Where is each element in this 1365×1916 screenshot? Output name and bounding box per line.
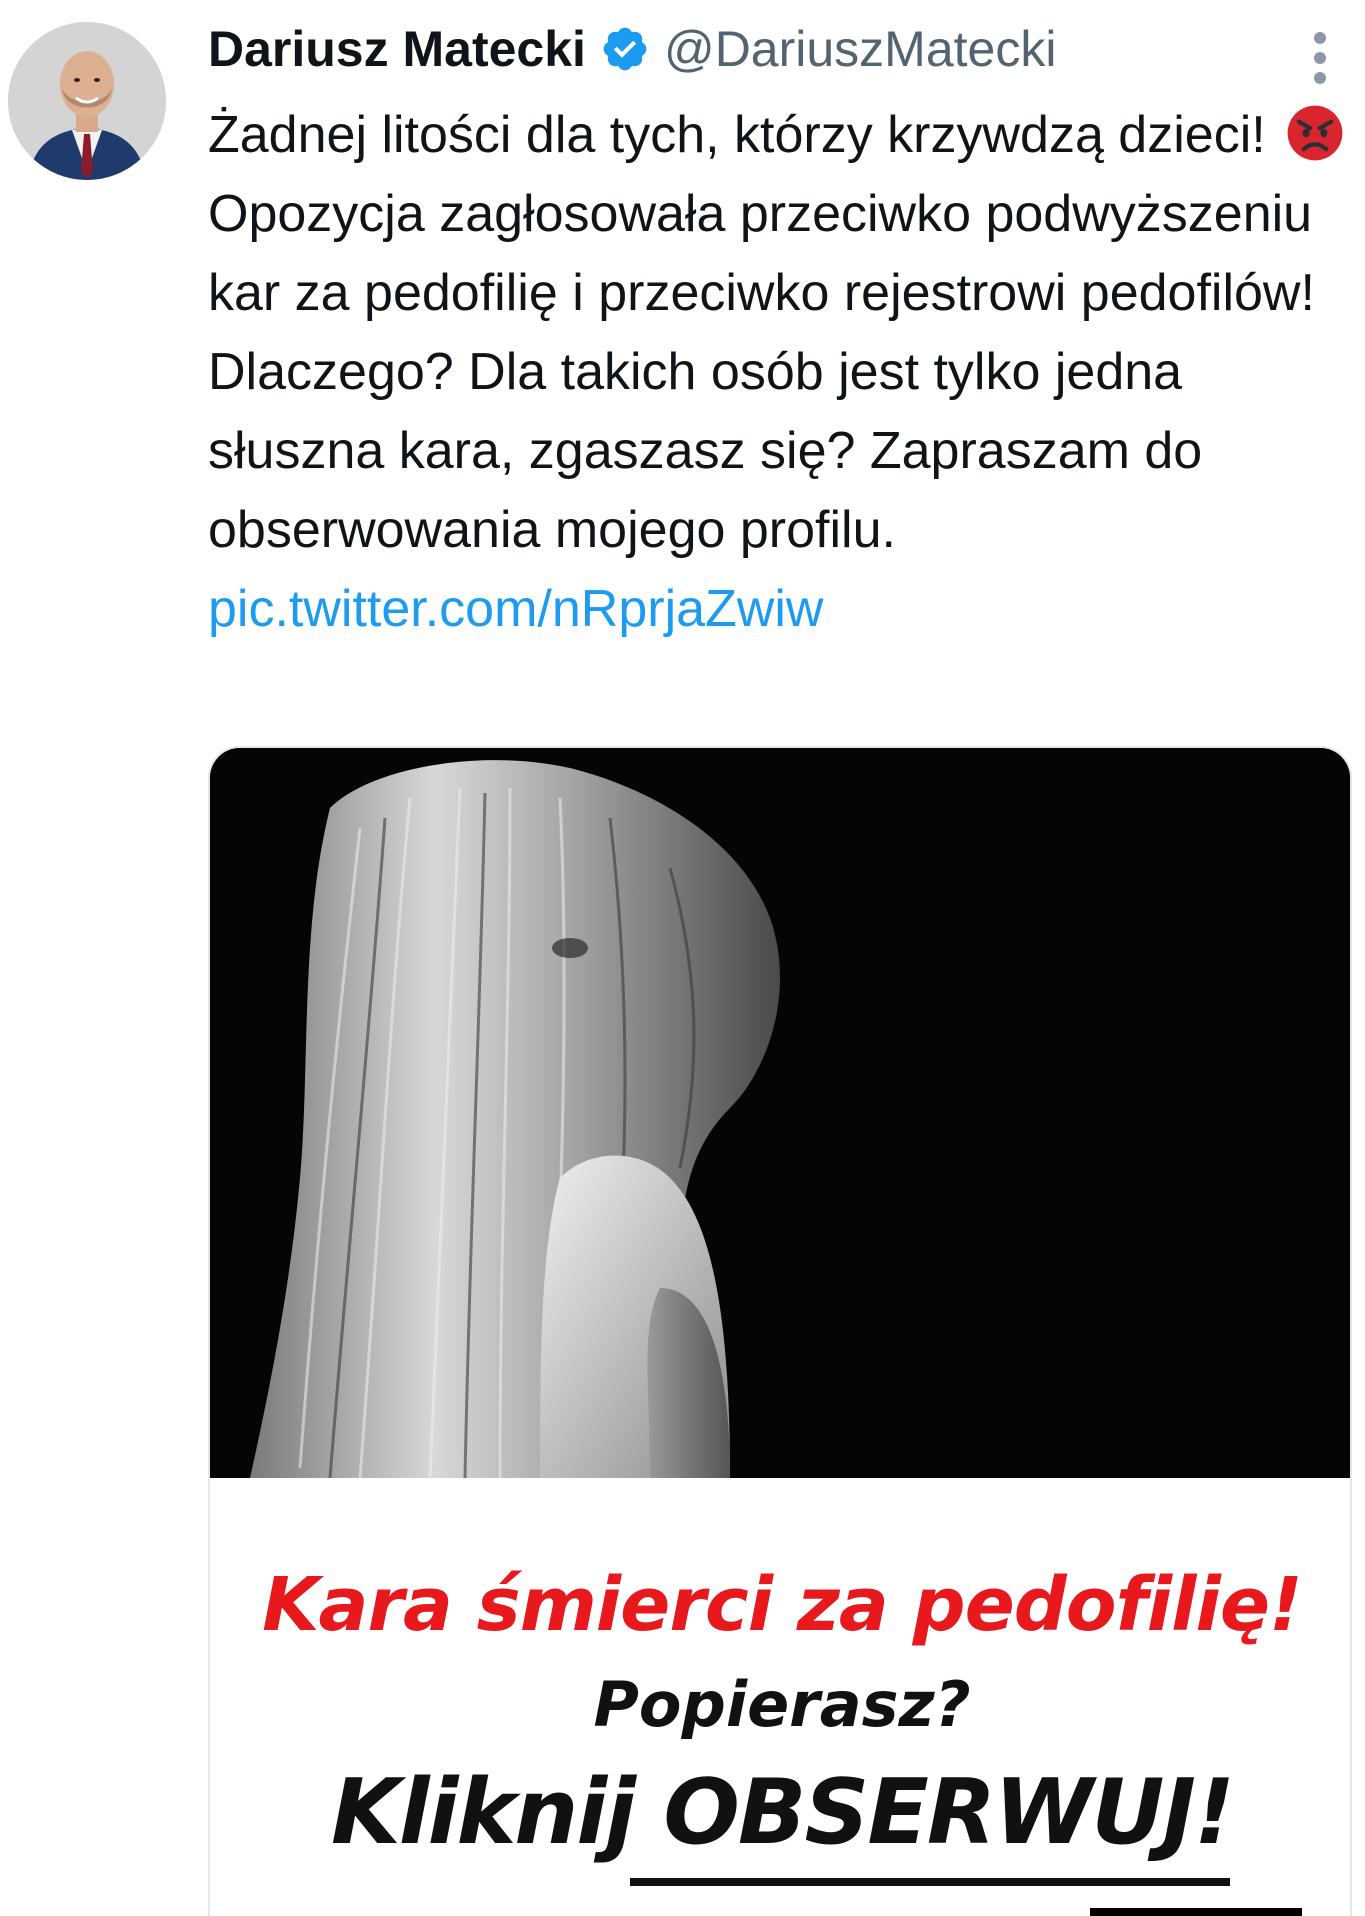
caption-line-2: Popierasz? xyxy=(593,1668,971,1741)
caption-redaction-bar xyxy=(1090,1908,1302,1916)
tweet-media[interactable]: Kara śmierci za pedofilię! Popierasz? Kl… xyxy=(208,746,1352,1916)
media-link[interactable]: pic.twitter.com/nRprjaZwiw xyxy=(208,580,823,638)
caption-line-3-a: Kliknij xyxy=(331,1760,664,1865)
tweet-text-part2: Opozycja zagłosowała przeciwko podwyższe… xyxy=(208,106,1365,559)
more-options-icon[interactable] xyxy=(1300,28,1340,88)
caption-line-3-b: OBSERWUJ! xyxy=(663,1760,1235,1865)
tweet-text: Żadnej litości dla tych, którzy krzywdzą… xyxy=(208,96,1358,649)
media-caption: Kara śmierci za pedofilię! Popierasz? Kl… xyxy=(210,1478,1350,1916)
avatar[interactable] xyxy=(8,22,166,180)
tweet-photo xyxy=(210,748,1350,1478)
author-handle[interactable]: @DariuszMatecki xyxy=(664,20,1057,78)
verified-badge-icon xyxy=(600,24,650,74)
caption-underline xyxy=(630,1878,1230,1886)
angry-face-icon xyxy=(1280,104,1350,162)
author-name[interactable]: Dariusz Matecki xyxy=(208,20,586,78)
caption-line-3: Kliknij OBSERWUJ! xyxy=(210,1760,1350,1865)
tweet-header: Dariusz Matecki @DariuszMatecki xyxy=(208,14,1056,84)
caption-line-1: Kara śmierci za pedofilię! xyxy=(262,1562,1303,1648)
avatar-image xyxy=(8,22,166,180)
tweet-text-part1: Żadnej litości dla tych, którzy krzywdzą… xyxy=(208,106,1281,164)
tweet: Dariusz Matecki @DariuszMatecki Żadnej l… xyxy=(0,0,1365,1916)
